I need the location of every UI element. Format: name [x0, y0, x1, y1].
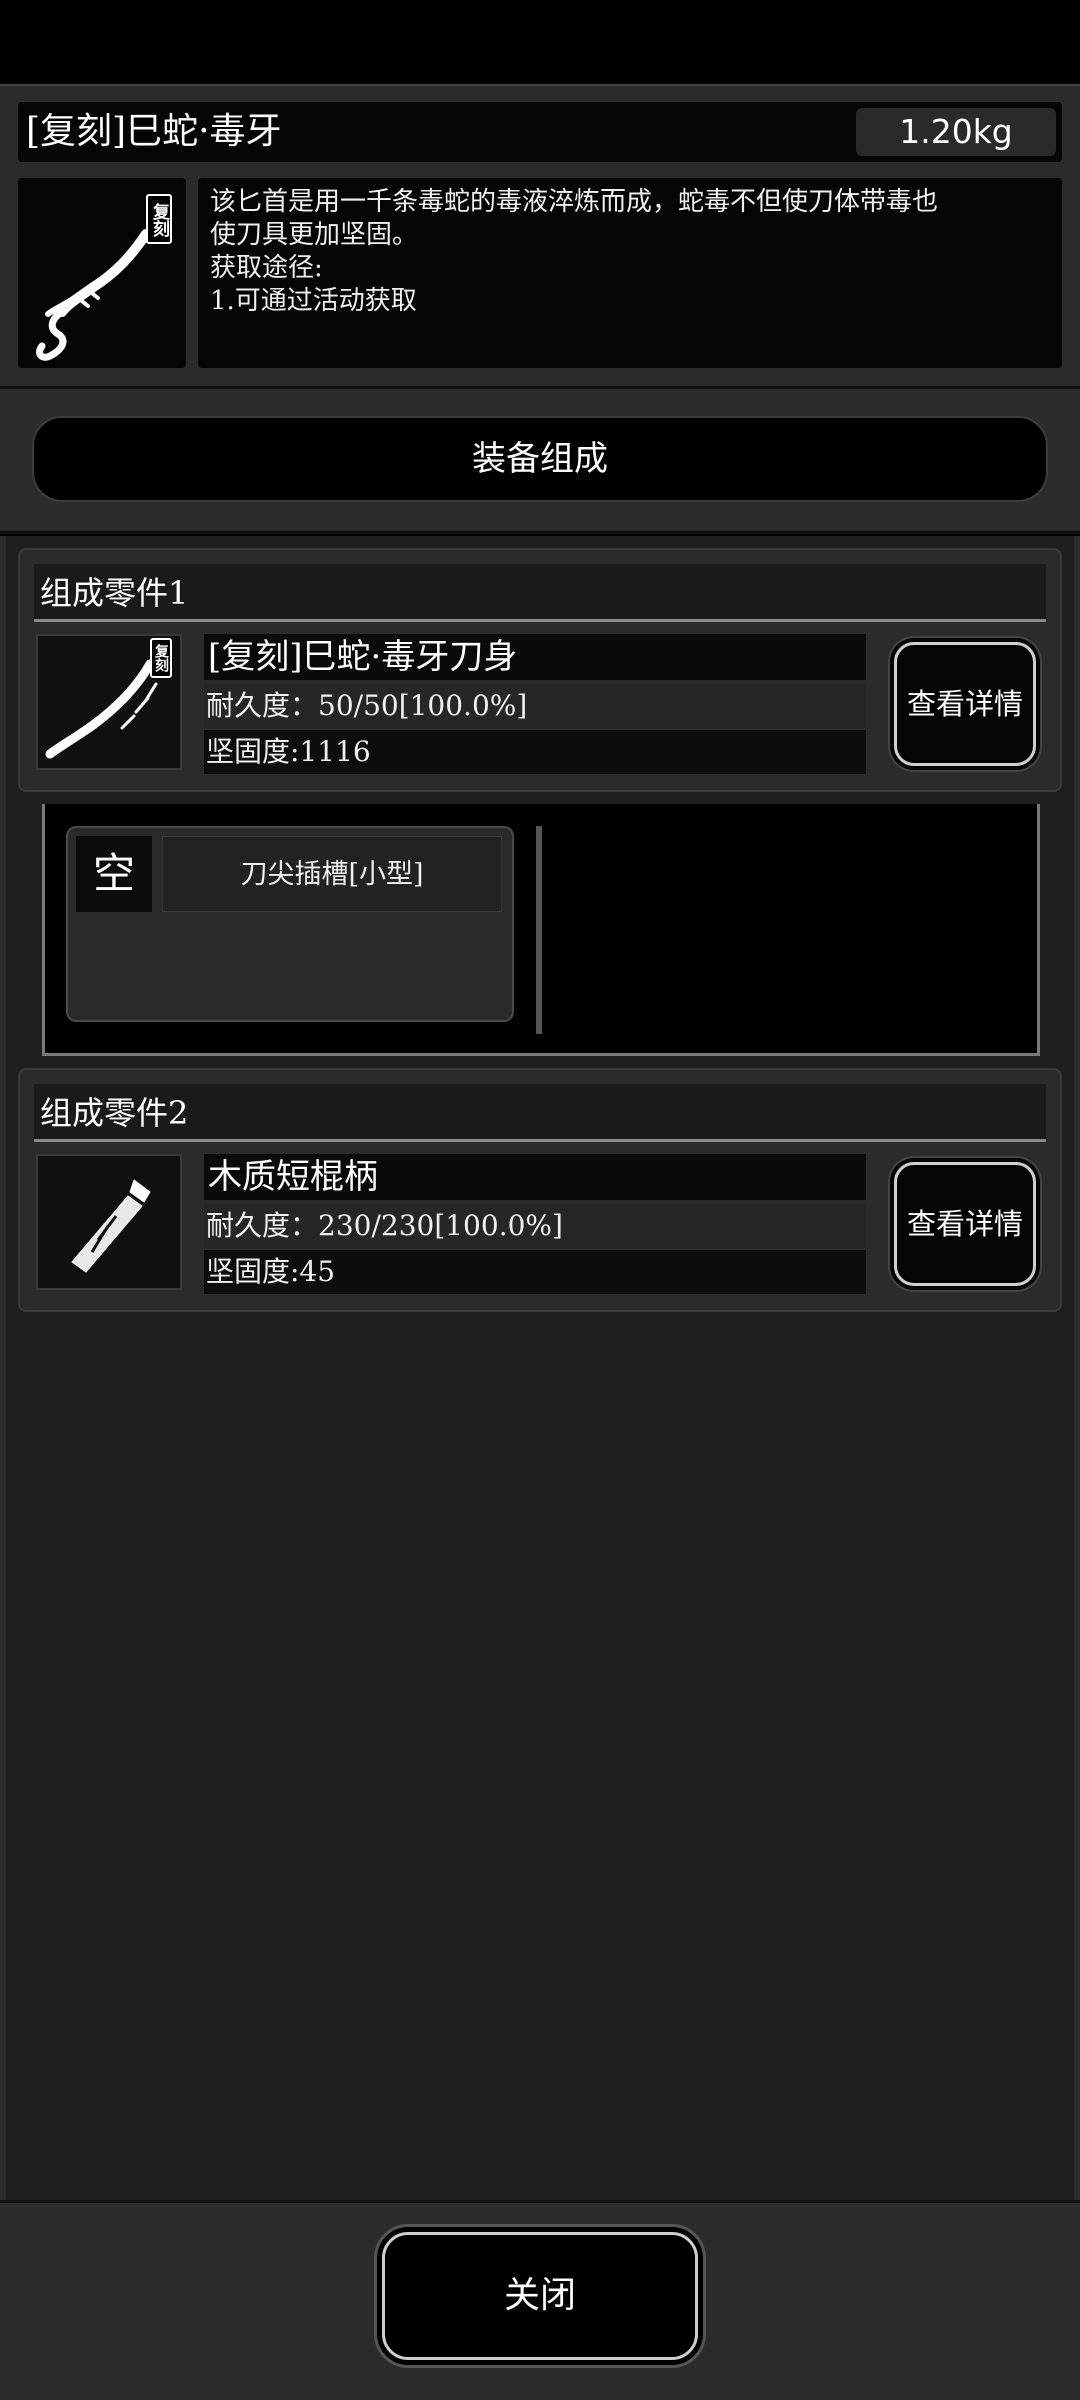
description-line: 该匕首是用一千条毒蛇的毒液淬炼而成，蛇毒不但使刀体带毒也 — [210, 187, 939, 217]
slot-name[interactable]: 刀尖插槽[小型] — [162, 836, 502, 912]
item-icon-frame: 复刻 — [18, 178, 186, 368]
part-durability-1: 耐久度：50/50[100.0%] — [204, 684, 866, 728]
status-bar — [0, 0, 1080, 84]
reprint-badge: 复刻 — [150, 638, 172, 678]
part-durability-2: 耐久度：230/230[100.0%] — [204, 1204, 866, 1248]
part-name-1: [复刻]巳蛇·毒牙刀身 — [204, 634, 866, 680]
reprint-badge: 复刻 — [146, 194, 172, 244]
wooden-handle-icon — [71, 1179, 151, 1273]
description-line: 使刀具更加坚固。 — [210, 220, 419, 250]
close-button[interactable]: 关闭 — [382, 2232, 698, 2360]
part-header-2: 组成零件2 — [34, 1084, 1046, 1142]
slot-scrollbar[interactable] — [536, 826, 542, 1034]
description-line: 获取途径: — [210, 253, 323, 283]
view-details-button-1[interactable]: 查看详情 — [894, 642, 1036, 766]
item-weight: 1.20kg — [856, 108, 1056, 156]
item-description: 该匕首是用一千条毒蛇的毒液淬炼而成，蛇毒不但使刀体带毒也 使刀具更加坚固。 获取… — [198, 178, 1062, 368]
part-name-2: 木质短棍柄 — [204, 1154, 866, 1200]
description-line: 1.可通过活动获取 — [210, 286, 417, 316]
part-hardness-1: 坚固度:1116 — [204, 730, 866, 774]
equipment-composition-tab[interactable]: 装备组成 — [32, 416, 1048, 502]
view-details-button-2[interactable]: 查看详情 — [894, 1162, 1036, 1286]
part-hardness-2: 坚固度:45 — [204, 1250, 866, 1294]
slot-state: 空 — [76, 836, 152, 912]
part-header-1: 组成零件1 — [34, 564, 1046, 622]
part-icon-frame-1: 复刻 — [36, 634, 182, 770]
item-title: [复刻]巳蛇·毒牙 — [26, 111, 282, 152]
part-icon-frame-2 — [36, 1154, 182, 1290]
